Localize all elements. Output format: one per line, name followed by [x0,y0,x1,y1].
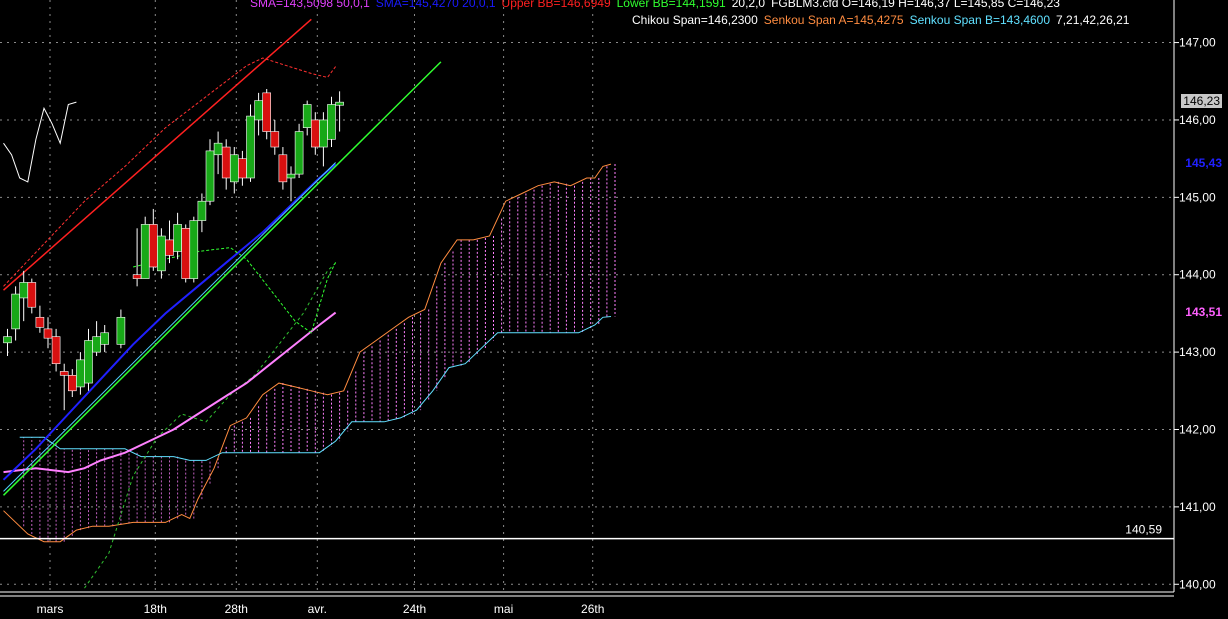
y-tick-label: 141,00 [1179,500,1216,514]
header-item: Chikou Span=146,2300 [632,13,758,27]
candle-body[interactable] [116,316,126,345]
candle-body[interactable] [27,282,37,308]
candle-body[interactable] [246,115,255,179]
x-tick-label: mai [494,602,513,616]
candle-body[interactable] [173,224,182,252]
candle-body[interactable] [335,101,344,106]
candle-body[interactable] [132,274,142,279]
header-item: 7,21,42,26,21 [1056,13,1130,27]
candle-body[interactable] [254,100,263,121]
candle-body[interactable] [149,224,158,268]
candle-body[interactable] [43,328,53,339]
candle-body[interactable] [319,119,328,148]
candle-body[interactable] [100,332,109,345]
candle-body[interactable] [181,227,190,279]
header-item: Senkou Span A=145,4275 [763,13,904,27]
y-tick-label: 143,00 [1179,345,1216,359]
candle-body[interactable] [19,282,29,299]
level-line-label: 140,59 [1125,523,1162,537]
candle-body[interactable] [92,336,101,353]
candle-body[interactable] [238,158,247,179]
price-tag: 143,51 [1185,304,1222,319]
candle-body[interactable] [262,92,272,132]
y-tick-label: 142,00 [1179,422,1216,436]
candle-body[interactable] [189,220,199,279]
price-chart[interactable]: 140,59 147,00 146,00 145,00 144,00 143,00 142… [0,0,1228,619]
x-tick-label: 18th [144,602,167,616]
candle-body[interactable] [197,200,207,221]
x-tick-label: avr. [308,602,327,616]
candle-body[interactable] [68,375,77,392]
header-item: 20,2,0 [731,0,766,10]
candle-body[interactable] [51,336,61,365]
candle-body[interactable] [165,239,174,256]
candle-body[interactable] [59,371,69,376]
candle-body[interactable] [230,154,239,183]
candle-body[interactable] [84,340,93,384]
indicator-header-line1: SMA=143,5098 50,0,1 SMA=145,4270 20,0,1 Up… [250,0,1066,10]
candle-body[interactable] [302,104,312,128]
header-item: SMA=143,5098 50,0,1 [250,0,370,10]
candle-body[interactable] [76,359,85,388]
candle-body[interactable] [286,173,296,179]
candle-body[interactable] [327,104,336,140]
y-tick-label: 146,00 [1179,113,1216,127]
chart-background [0,0,1228,619]
candle-body[interactable] [294,131,304,175]
candle-body[interactable] [270,131,280,148]
header-item: Lower BB=144,1591 [616,0,726,10]
candle-body[interactable] [11,293,20,330]
y-tick-label: 147,00 [1179,36,1216,50]
candle-body[interactable] [213,142,223,156]
candle-body[interactable] [35,316,45,328]
x-tick-label: 28th [225,602,248,616]
candle-body[interactable] [278,154,288,183]
y-tick-label: 144,00 [1179,268,1216,282]
x-tick-label: 24th [403,602,426,616]
price-tag: 145,43 [1185,156,1222,171]
candle-body[interactable] [140,224,150,279]
candle-body[interactable] [157,235,166,272]
y-tick-label: 140,00 [1179,577,1216,591]
header-item: SMA=145,4270 20,0,1 [375,0,496,10]
x-tick-label: mars [37,602,64,616]
candle-body[interactable] [221,146,231,179]
candle-body[interactable] [3,336,12,344]
x-tick-label: 26th [581,602,604,616]
header-item: Senkou Span B=143,4600 [909,13,1051,27]
indicator-header-line2: Chikou Span=146,2300 Senkou Span A=145,42… [632,13,1135,27]
y-tick-label: 145,00 [1179,190,1216,204]
price-tag: 146,23 [1181,94,1222,109]
candle-body[interactable] [205,150,215,202]
candle-body[interactable] [310,119,320,148]
header-item: Upper BB=146,6949 [501,0,611,10]
header-item: FGBLM3.cfd O=146,19 H=146,37 L=145,85 C=… [771,0,1060,10]
